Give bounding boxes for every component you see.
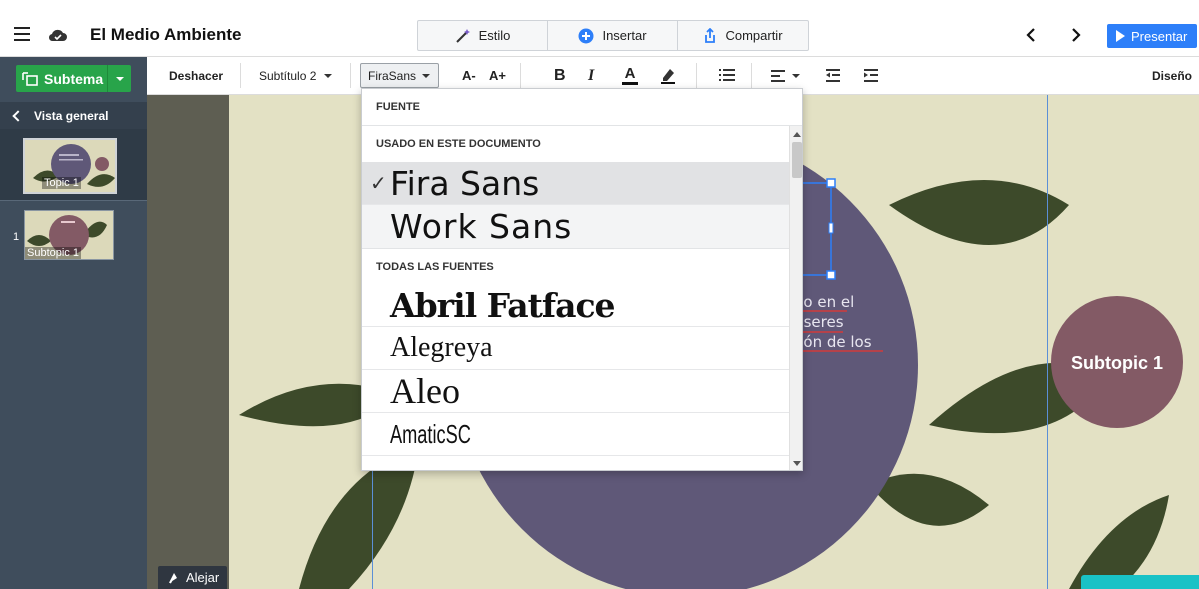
zoom-out-label: Alejar: [186, 570, 220, 585]
document-title[interactable]: El Medio Ambiente: [90, 25, 241, 45]
body-line: ción de los: [791, 333, 872, 351]
align-left-icon: [771, 69, 785, 82]
text-color-swatch: [622, 81, 638, 85]
add-subtopic-main[interactable]: Subtema: [16, 65, 108, 92]
toolbar-divider: [350, 63, 351, 88]
font-dropdown: FUENTE USADO EN ESTE DOCUMENTO ✓ Fira Sa…: [361, 88, 803, 471]
zoom-out-arrow-icon: [169, 572, 177, 583]
tab-insertar-label: Insertar: [602, 28, 647, 43]
next-arrow-icon[interactable]: [1070, 28, 1082, 42]
font-option-amaticsc[interactable]: AmaticSC: [362, 413, 789, 456]
font-option-label: AmaticSC: [390, 418, 471, 449]
add-subtopic-dropdown[interactable]: [108, 76, 131, 81]
bullet-list-icon[interactable]: [719, 68, 735, 82]
play-icon: [1116, 30, 1125, 42]
zoom-out-button[interactable]: Alejar: [158, 566, 227, 589]
sidebar: Subtema Vista general Topic 1 1 Subtopic…: [0, 57, 147, 589]
cloud-icon[interactable]: [48, 27, 68, 43]
toolbar-divider: [751, 63, 752, 88]
present-button[interactable]: Presentar: [1107, 24, 1197, 48]
highlighter-icon[interactable]: [659, 66, 677, 84]
font-option-work-sans[interactable]: Work Sans: [362, 205, 789, 248]
font-list[interactable]: USADO EN ESTE DOCUMENTO ✓ Fira Sans Work…: [362, 126, 789, 470]
toolbar-divider: [240, 63, 241, 88]
font-option-abril-fatface[interactable]: Abril Fatface: [362, 284, 789, 327]
scroll-thumb[interactable]: [792, 142, 802, 178]
add-subtopic-button[interactable]: Subtema: [16, 65, 131, 92]
section-used-fonts: USADO EN ESTE DOCUMENTO: [376, 138, 541, 150]
tab-estilo-label: Estilo: [478, 28, 511, 43]
font-select-label: FiraSans: [368, 68, 417, 83]
thumbnail-row-topic: Topic 1: [0, 129, 147, 201]
toolbar-divider: [696, 63, 697, 88]
share-icon: [705, 27, 716, 43]
body-line: s seres: [791, 313, 844, 331]
tab-compartir-label: Compartir: [725, 28, 783, 43]
add-subtopic-label: Subtema: [44, 70, 104, 87]
tab-compartir[interactable]: Compartir: [678, 21, 808, 50]
previous-arrow-icon[interactable]: [1025, 28, 1037, 42]
section-all-fonts: TODAS LAS FUENTES: [362, 248, 789, 284]
guide-line: [1047, 95, 1048, 589]
menu-icon[interactable]: [14, 27, 30, 41]
text-color-label: A: [624, 64, 636, 82]
font-list-scrollbar[interactable]: [789, 126, 802, 470]
scroll-down-icon[interactable]: [793, 461, 801, 466]
top-bar: El Medio Ambiente Estilo Insertar Compar…: [0, 0, 1199, 57]
chevron-left-icon: [12, 109, 24, 122]
chevron-down-icon: [792, 73, 800, 78]
present-button-label: Presentar: [1131, 28, 1188, 44]
font-dropdown-header: FUENTE: [362, 89, 802, 126]
magic-wand-icon: [455, 28, 470, 43]
top-tabs: Estilo Insertar Compartir: [417, 20, 809, 51]
chevron-down-icon: [422, 73, 431, 78]
indent-icon[interactable]: [864, 69, 878, 82]
thumbnail-topic-1-label: Topic 1: [42, 177, 81, 189]
design-button[interactable]: Diseño: [1152, 57, 1192, 94]
checkmark-icon: ✓: [370, 172, 387, 195]
font-option-label: Aleo: [390, 371, 460, 411]
toolbar-divider: [520, 63, 521, 88]
plus-circle-icon: [578, 28, 594, 43]
add-subtopic-icon: [22, 71, 38, 86]
text-style-select[interactable]: Subtítulo 2: [259, 57, 333, 94]
outdent-icon[interactable]: [826, 69, 840, 82]
tab-insertar[interactable]: Insertar: [548, 21, 678, 50]
help-tab[interactable]: [1081, 575, 1199, 589]
overview-header[interactable]: Vista general: [0, 102, 147, 129]
font-option-fira-sans[interactable]: ✓ Fira Sans: [362, 162, 789, 205]
overview-label: Vista general: [34, 108, 109, 123]
font-option-label: Alegreya: [390, 332, 493, 363]
font-option-label: Fira Sans: [390, 163, 540, 203]
font-option-alegreya[interactable]: Alegreya: [362, 327, 789, 370]
scroll-up-icon[interactable]: [793, 132, 801, 137]
font-option-label: Work Sans: [390, 207, 573, 246]
text-style-label: Subtítulo 2: [259, 68, 317, 83]
subtopic-label[interactable]: Subtopic 1: [1071, 353, 1163, 374]
body-line: cio en el: [791, 293, 855, 311]
thumbnail-subtopic-1-label: Subtopic 1: [25, 247, 81, 259]
font-option-aleo[interactable]: Aleo: [362, 370, 789, 413]
topic-body-text[interactable]: cio en el s seres ción de los: [791, 292, 872, 352]
font-option-label: Abril Fatface: [390, 285, 616, 325]
thumbnail-number: 1: [13, 231, 20, 243]
undo-button[interactable]: Deshacer: [169, 57, 223, 94]
chevron-down-icon: [115, 76, 124, 81]
tab-estilo[interactable]: Estilo: [418, 21, 548, 50]
font-select[interactable]: FiraSans: [360, 63, 439, 88]
chevron-down-icon: [324, 73, 333, 78]
